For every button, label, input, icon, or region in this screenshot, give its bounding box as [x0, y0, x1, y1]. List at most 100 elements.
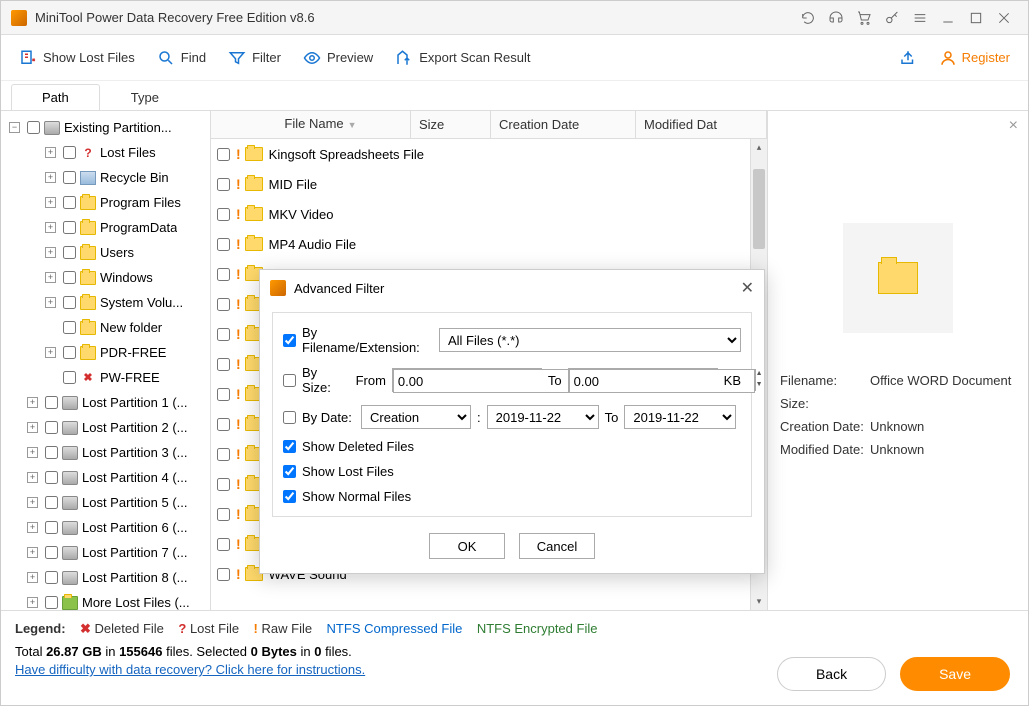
dialog-cancel-button[interactable]: Cancel [519, 533, 595, 559]
date-to-select[interactable]: 2019-11-22 [624, 405, 736, 429]
export-button[interactable]: Export Scan Result [395, 49, 530, 67]
row-check[interactable] [217, 298, 230, 311]
back-button[interactable]: Back [777, 657, 886, 691]
show-lost-files-button[interactable]: Show Lost Files [19, 49, 135, 67]
tree-item[interactable]: +Recycle Bin [1, 165, 210, 190]
title-bar: MiniTool Power Data Recovery Free Editio… [1, 1, 1028, 35]
tree-check[interactable] [63, 321, 76, 334]
tree-lost-partition[interactable]: +Lost Partition 6 (... [1, 515, 210, 540]
row-check[interactable] [217, 268, 230, 281]
by-filename-check[interactable]: By Filename/Extension: [283, 325, 433, 355]
tree-check[interactable] [27, 121, 40, 134]
tree-lost-partition[interactable]: +Lost Partition 3 (... [1, 440, 210, 465]
tree-lost-partition[interactable]: +Lost Partition 8 (... [1, 565, 210, 590]
tree-check[interactable] [45, 546, 58, 559]
tree-lost-partition[interactable]: +Lost Partition 1 (... [1, 390, 210, 415]
tree-item[interactable]: +Windows [1, 265, 210, 290]
row-check[interactable] [217, 148, 230, 161]
tree-check[interactable] [63, 146, 76, 159]
tree-check[interactable] [45, 596, 58, 609]
maximize-icon[interactable] [962, 4, 990, 32]
date-type-select[interactable]: Creation [361, 405, 471, 429]
size-from-input[interactable]: ▲▼ [392, 368, 542, 392]
tree-root[interactable]: −Existing Partition... [1, 115, 210, 140]
date-from-select[interactable]: 2019-11-22 [487, 405, 599, 429]
share-icon[interactable] [899, 49, 917, 67]
tree-more-lost[interactable]: +More Lost Files (... [1, 590, 210, 610]
save-button[interactable]: Save [900, 657, 1010, 691]
register-button[interactable]: Register [939, 49, 1010, 67]
row-check[interactable] [217, 358, 230, 371]
tree-item[interactable]: +Program Files [1, 190, 210, 215]
cart-icon[interactable] [850, 4, 878, 32]
tree-item[interactable]: +System Volu... [1, 290, 210, 315]
tree-check[interactable] [45, 421, 58, 434]
refresh-icon[interactable] [794, 4, 822, 32]
close-icon[interactable] [990, 4, 1018, 32]
tree-item[interactable]: +?Lost Files [1, 140, 210, 165]
tree-item[interactable]: New folder [1, 315, 210, 340]
tree-check[interactable] [63, 271, 76, 284]
tree-lost-partition[interactable]: +Lost Partition 2 (... [1, 415, 210, 440]
tree-lost-partition[interactable]: +Lost Partition 4 (... [1, 465, 210, 490]
tree-check[interactable] [63, 221, 76, 234]
filetype-select[interactable]: All Files (*.*) [439, 328, 741, 352]
dialog-ok-button[interactable]: OK [429, 533, 505, 559]
by-date-check[interactable]: By Date: [283, 410, 355, 425]
row-check[interactable] [217, 208, 230, 221]
col-creation[interactable]: Creation Date [491, 111, 636, 139]
tree-item[interactable]: ✖PW-FREE [1, 365, 210, 390]
tab-path[interactable]: Path [11, 84, 100, 110]
row-check[interactable] [217, 508, 230, 521]
tab-type[interactable]: Type [100, 84, 190, 110]
tree-check[interactable] [63, 296, 76, 309]
show-lost-check[interactable]: Show Lost Files [283, 464, 394, 479]
tree-check[interactable] [45, 571, 58, 584]
row-check[interactable] [217, 568, 230, 581]
col-modified[interactable]: Modified Dat [636, 111, 767, 139]
tree-check[interactable] [63, 171, 76, 184]
size-to-input[interactable]: ▲▼ [568, 368, 718, 392]
row-check[interactable] [217, 328, 230, 341]
file-row[interactable]: !MP4 Audio File [211, 229, 767, 259]
tree-check[interactable] [45, 396, 58, 409]
tree-item[interactable]: +PDR-FREE [1, 340, 210, 365]
tree-check[interactable] [63, 196, 76, 209]
tree-check[interactable] [45, 521, 58, 534]
row-check[interactable] [217, 538, 230, 551]
tree-lost-partition[interactable]: +Lost Partition 7 (... [1, 540, 210, 565]
row-check[interactable] [217, 238, 230, 251]
row-check[interactable] [217, 448, 230, 461]
minimize-icon[interactable] [934, 4, 962, 32]
find-button[interactable]: Find [157, 49, 206, 67]
tree-check[interactable] [45, 446, 58, 459]
dialog-close-icon[interactable]: ✕ [741, 278, 754, 298]
tree-check[interactable] [45, 471, 58, 484]
preview-button[interactable]: Preview [303, 49, 373, 67]
row-check[interactable] [217, 418, 230, 431]
menu-icon[interactable] [906, 4, 934, 32]
filter-button[interactable]: Filter [228, 49, 281, 67]
col-size[interactable]: Size [411, 111, 491, 139]
tree-item[interactable]: +Users [1, 240, 210, 265]
tree-item[interactable]: +ProgramData [1, 215, 210, 240]
tree-check[interactable] [63, 371, 76, 384]
file-row[interactable]: !Kingsoft Spreadsheets File [211, 139, 767, 169]
key-icon[interactable] [878, 4, 906, 32]
show-normal-check[interactable]: Show Normal Files [283, 489, 411, 504]
col-filename[interactable]: File Name▼ [231, 110, 411, 139]
file-row[interactable]: !MID File [211, 169, 767, 199]
file-row[interactable]: !MKV Video [211, 199, 767, 229]
support-icon[interactable] [822, 4, 850, 32]
by-size-check[interactable]: By Size: [283, 365, 350, 395]
row-check[interactable] [217, 388, 230, 401]
tree-check[interactable] [63, 246, 76, 259]
detail-close-icon[interactable]: × [1009, 117, 1018, 135]
show-deleted-check[interactable]: Show Deleted Files [283, 439, 414, 454]
folder-tree[interactable]: −Existing Partition... +?Lost Files+Recy… [1, 111, 211, 610]
row-check[interactable] [217, 478, 230, 491]
row-check[interactable] [217, 178, 230, 191]
tree-check[interactable] [63, 346, 76, 359]
tree-check[interactable] [45, 496, 58, 509]
tree-lost-partition[interactable]: +Lost Partition 5 (... [1, 490, 210, 515]
